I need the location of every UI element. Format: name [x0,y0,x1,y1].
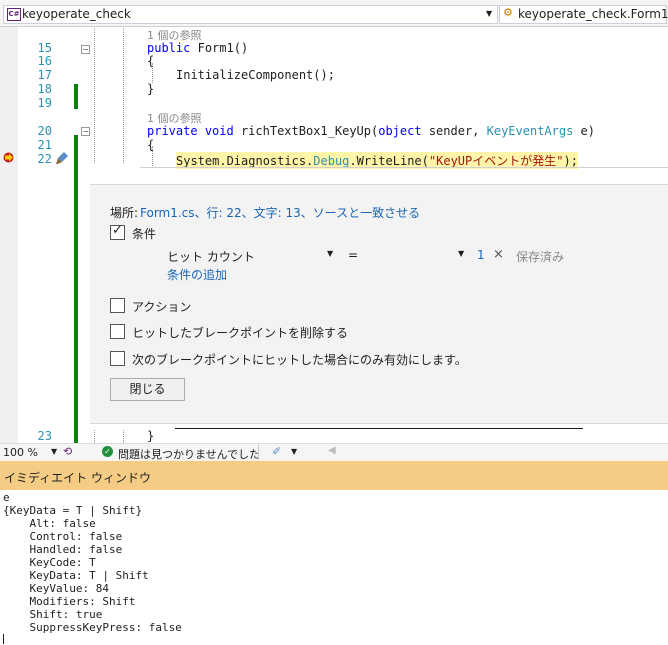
indent-guide [123,430,124,443]
line-number: 16 [37,54,52,68]
code-line-16: { [147,54,155,68]
change-bar [74,84,78,109]
output-line: Alt: false [3,517,96,530]
output-line: KeyData: T | Shift [3,569,149,582]
remove-condition-icon[interactable]: × [493,247,504,262]
text-cursor [3,634,4,644]
code-line-20: private void richTextBox1_KeyUp(object s… [147,124,595,138]
collapse-icon[interactable]: − [81,127,90,136]
line-number: 21 [37,138,52,152]
intellicode-icon[interactable]: ⟲ [63,445,72,458]
keyword: object [378,124,422,138]
navigation-bar: C# keyoperate_check ▼ ⚙ keyoperate_check… [0,0,668,27]
output-line: e [3,491,10,504]
divider [258,444,259,460]
actions-checkbox[interactable] [110,298,125,313]
line-number: 17 [37,68,52,82]
remove-on-hit-checkbox[interactable] [110,324,125,339]
output-line: Control: false [3,530,123,543]
current-statement-arrow-icon[interactable] [3,152,16,163]
only-enable-checkbox[interactable] [110,351,125,366]
actions-label: アクション [132,300,192,314]
add-condition-link[interactable]: 条件の追加 [167,266,227,283]
zoom-level[interactable]: 100 % [3,446,38,459]
close-button[interactable]: 閉じる [110,378,185,401]
code-line-15: public Form1() [147,41,248,55]
chevron-down-icon[interactable]: ▼ [486,9,492,18]
code-text: ); [563,154,578,168]
output-line: KeyValue: 84 [3,582,109,595]
chevron-down-icon[interactable]: ▼ [327,249,333,258]
output-line: {KeyData = T | Shift} [3,504,143,517]
condition-value-input[interactable]: 1 [477,248,485,262]
line-number: 15 [37,41,52,55]
output-line: Modifiers: Shift [3,595,136,608]
code-cleanup-brush-icon[interactable]: ✐ [272,445,281,458]
project-dropdown[interactable]: C# keyoperate_check ▼ [3,5,498,24]
peek-bottom-rule [175,428,583,429]
line-number: 19 [37,96,52,110]
line-number: 18 [37,82,52,96]
csharp-project-icon: C# [7,8,21,21]
check-circle-icon: ✓ [102,446,113,457]
string-literal: "KeyUPイベントが発生" [428,154,564,168]
code-text: e) [573,124,596,138]
project-name: keyoperate_check [22,7,131,21]
method-name: Form1() [197,41,249,55]
class-dropdown[interactable]: ⚙ keyoperate_check.Form1 [499,5,668,24]
indent-guide [123,28,124,163]
output-line: KeyCode: T [3,556,96,569]
output-line: Handled: false [3,543,123,556]
scroll-left-icon[interactable]: ◀ [328,445,336,456]
output-line: Shift: true [3,608,103,621]
line-number: 22 [37,152,52,166]
class-name: keyoperate_check.Form1 [518,7,668,21]
code-text: sender, [421,124,487,138]
condition-type-select[interactable]: ヒット カウント [167,248,255,265]
current-line-border [140,167,668,168]
collapse-icon[interactable]: − [81,45,90,54]
type-name: KeyEventArgs [486,124,574,138]
location-link[interactable]: Form1.cs、行: 22、文字: 13、ソースと一致させる [140,204,420,221]
code-line-21: { [147,138,155,152]
type-name: Debug [313,154,350,168]
indent-guide [94,28,95,163]
indent-guide [94,430,95,443]
breakpoint-settings-panel: 場所: Form1.cs、行: 22、文字: 13、ソースと一致させる 条件 ヒ… [90,184,668,424]
class-icon: ⚙ [503,6,513,19]
keyword: private [147,124,198,138]
code-text: .Diagnostics. [219,154,314,168]
code-line-17: InitializeComponent(); [176,68,335,82]
output-line: SuppressKeyPress: false [3,621,182,634]
only-enable-label: 次のブレークポイントにヒットした場合にのみ有効にします。 [132,353,467,367]
keyword: public [147,41,191,55]
method-name: richTextBox1_KeyUp( [240,124,379,138]
chevron-down-icon[interactable]: ▼ [458,249,464,258]
code-line-18: } [147,82,155,96]
conditions-label: 条件 [132,227,157,241]
operator-select[interactable]: = [348,248,358,262]
immediate-window-titlebar[interactable]: イミディエイト ウィンドウ [0,461,668,490]
remove-on-hit-label: ヒットしたブレークポイントを削除する [132,326,349,340]
code-text: .WriteLine( [349,154,429,168]
code-text: System [176,154,220,168]
change-bar [74,135,78,185]
editor-status-bar: 100 % ▼ ⟲ ✓ 問題は見つかりませんでした ✐ ▼ ◀ [0,443,668,462]
keyword: void [204,124,234,138]
chevron-down-icon[interactable]: ▼ [291,447,297,456]
chevron-down-icon[interactable]: ▼ [51,447,57,456]
issues-status[interactable]: 問題は見つかりませんでした [118,446,260,462]
code-line-23: } [147,429,155,443]
quick-actions-brush-icon[interactable] [55,151,69,165]
location-label: 場所: [110,206,139,220]
saved-status: 保存済み [516,250,565,264]
conditions-checkbox[interactable] [110,223,125,240]
line-number: 23 [37,429,52,443]
immediate-window-title: イミディエイト ウィンドウ [4,471,151,485]
line-number: 20 [37,124,52,138]
change-bar [74,185,78,445]
